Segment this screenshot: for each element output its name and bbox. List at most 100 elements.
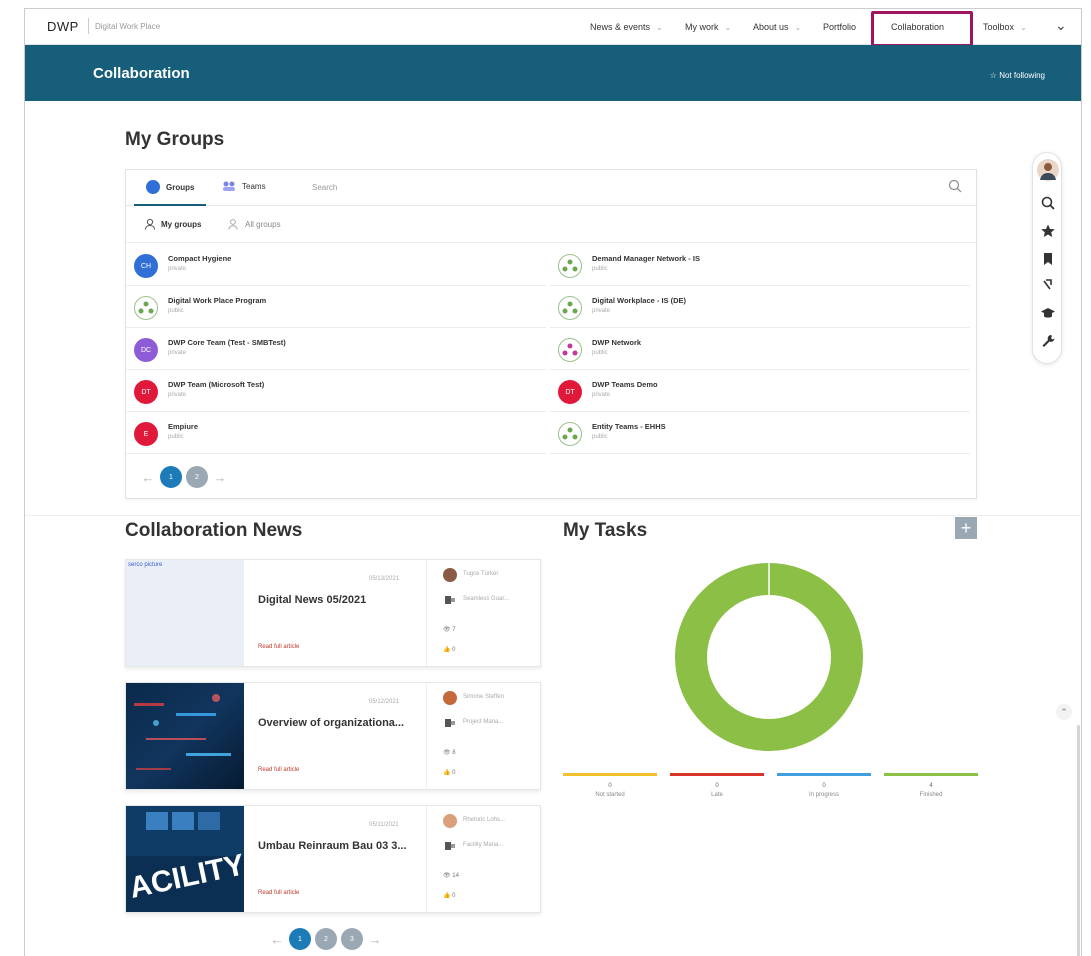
group-visibility: private xyxy=(168,392,187,398)
tab-teams[interactable]: Teams xyxy=(222,180,266,192)
news-title[interactable]: Overview of organizationa... xyxy=(258,717,404,729)
teams-icon xyxy=(223,181,235,191)
group-item[interactable]: DT DWP Teams Demo private xyxy=(550,372,970,412)
group-name[interactable]: DWP Team (Microsoft Test) xyxy=(168,380,264,389)
news-date: 05/12/2021 xyxy=(369,699,400,705)
group-name[interactable]: DWP Teams Demo xyxy=(592,380,658,389)
arrow-right-icon[interactable]: → xyxy=(212,470,228,485)
chevron-down-icon: ⌄ xyxy=(656,23,663,32)
author-name: Tugce Türker xyxy=(463,571,499,577)
group-name[interactable]: Digital Work Place Program xyxy=(168,296,266,305)
group-network-icon xyxy=(134,296,158,320)
group-name[interactable]: Digital Workplace - IS (DE) xyxy=(592,296,686,305)
likes-count[interactable]: 👍 0 xyxy=(443,769,456,776)
group-visibility: public xyxy=(592,350,608,356)
likes-count[interactable]: 👍 0 xyxy=(443,646,456,653)
follow-button[interactable]: ☆ Not following xyxy=(990,71,1045,80)
group-item[interactable]: Digital Workplace - IS (DE) private xyxy=(550,288,970,328)
group-network-icon xyxy=(558,338,582,362)
group-name[interactable]: Compact Hygiene xyxy=(168,254,231,263)
donut-slice-finished[interactable] xyxy=(675,563,863,751)
nav-about-us[interactable]: About us ⌄ xyxy=(753,22,801,32)
chevron-down-icon: ⌄ xyxy=(794,23,802,32)
group-item[interactable]: DT DWP Team (Microsoft Test) private xyxy=(126,372,546,412)
tasks-donut-chart xyxy=(675,563,863,751)
group-item[interactable]: Digital Work Place Program public xyxy=(126,288,546,328)
group-visibility: private xyxy=(168,350,187,356)
group-visibility: public xyxy=(168,434,184,440)
group-visibility: private xyxy=(592,308,611,314)
legend-swatch xyxy=(670,773,764,776)
page-button[interactable]: 2 xyxy=(315,928,337,950)
nav-expand-icon[interactable]: ⌄ xyxy=(1055,17,1067,34)
read-more-link[interactable]: Read full article xyxy=(258,767,299,773)
views-count: 👁 14 xyxy=(443,873,459,879)
share-icon[interactable] xyxy=(1040,277,1056,293)
arrow-left-icon[interactable]: ← xyxy=(269,932,285,947)
likes-count[interactable]: 👍 0 xyxy=(443,892,456,899)
add-task-button[interactable]: + xyxy=(955,517,977,539)
nav-highlight-box xyxy=(871,11,973,47)
group-item[interactable]: Demand Manager Network - IS public xyxy=(550,246,970,286)
news-heading: Collaboration News xyxy=(125,520,303,541)
search-icon[interactable] xyxy=(1040,195,1056,211)
group-name[interactable]: Demand Manager Network - IS xyxy=(592,254,700,263)
group-name[interactable]: DWP Network xyxy=(592,338,641,347)
news-image: ACILITY M xyxy=(126,806,244,912)
group-name[interactable]: Entity Teams - EHHS xyxy=(592,422,666,431)
office-icon xyxy=(445,596,455,604)
read-more-link[interactable]: Read full article xyxy=(258,890,299,896)
nav-news-events[interactable]: News & events ⌄ xyxy=(590,22,663,32)
page-button[interactable]: 3 xyxy=(341,928,363,950)
chevron-down-icon: ⌄ xyxy=(724,23,732,32)
avatar: DC xyxy=(134,338,158,362)
news-card[interactable]: ACILITY M 05/11/2021 Umbau Reinraum Bau … xyxy=(125,805,541,913)
groups-icon xyxy=(146,180,160,194)
legend-swatch xyxy=(884,773,978,776)
group-item[interactable]: DWP Network public xyxy=(550,330,970,370)
legend-swatch xyxy=(777,773,871,776)
group-item[interactable]: Entity Teams - EHHS public xyxy=(550,414,970,454)
group-item[interactable]: E Empiure public xyxy=(126,414,546,454)
tab-groups[interactable]: Groups xyxy=(146,180,194,194)
eye-icon: 👁 xyxy=(443,627,451,633)
news-image: serco picture xyxy=(126,560,244,666)
plus-icon: + xyxy=(960,517,972,538)
wrench-icon[interactable] xyxy=(1040,333,1056,349)
search-input[interactable]: Search xyxy=(312,183,337,192)
section-divider xyxy=(25,515,1081,516)
subtab-all-groups[interactable]: All groups xyxy=(228,218,281,230)
nav-toolbox[interactable]: Toolbox ⌄ xyxy=(983,22,1027,32)
subtab-my-groups[interactable]: My groups xyxy=(144,218,201,230)
nav-portfolio[interactable]: Portfolio xyxy=(823,22,856,32)
news-card[interactable]: 05/12/2021 Overview of organizationa... … xyxy=(125,682,541,790)
bookmark-icon[interactable] xyxy=(1040,251,1056,267)
group-item[interactable]: DC DWP Core Team (Test - SMBTest) private xyxy=(126,330,546,370)
logo[interactable]: DWP xyxy=(47,19,79,34)
graduation-icon[interactable] xyxy=(1040,305,1056,321)
page-button[interactable]: 1 xyxy=(160,466,182,488)
user-avatar[interactable] xyxy=(1037,159,1059,181)
users-icon xyxy=(228,219,238,230)
group-name[interactable]: Empiure xyxy=(168,422,198,431)
legend-swatch xyxy=(563,773,657,776)
star-icon[interactable] xyxy=(1040,223,1056,239)
page-button[interactable]: 1 xyxy=(289,928,311,950)
news-card[interactable]: serco picture 05/13/2021 Digital News 05… xyxy=(125,559,541,667)
news-title[interactable]: Umbau Reinraum Bau 03 3... xyxy=(258,840,407,852)
legend-label: In progress xyxy=(808,792,839,798)
page-button[interactable]: 2 xyxy=(186,466,208,488)
arrow-right-icon[interactable]: → xyxy=(367,932,383,947)
group-item[interactable]: CH Compact Hygiene private xyxy=(126,246,546,286)
nav-my-work[interactable]: My work ⌄ xyxy=(685,22,731,32)
arrow-left-icon[interactable]: ← xyxy=(140,470,156,485)
search-icon[interactable] xyxy=(948,179,962,193)
avatar xyxy=(443,814,457,828)
group-name[interactable]: DWP Core Team (Test - SMBTest) xyxy=(168,338,286,347)
scroll-up-icon[interactable]: ⌃ xyxy=(1056,704,1072,720)
scrollbar[interactable] xyxy=(1077,725,1080,956)
news-title[interactable]: Digital News 05/2021 xyxy=(258,594,366,606)
read-more-link[interactable]: Read full article xyxy=(258,644,299,650)
group-network-icon xyxy=(558,254,582,278)
author-name: Simone Steffen xyxy=(463,694,504,700)
